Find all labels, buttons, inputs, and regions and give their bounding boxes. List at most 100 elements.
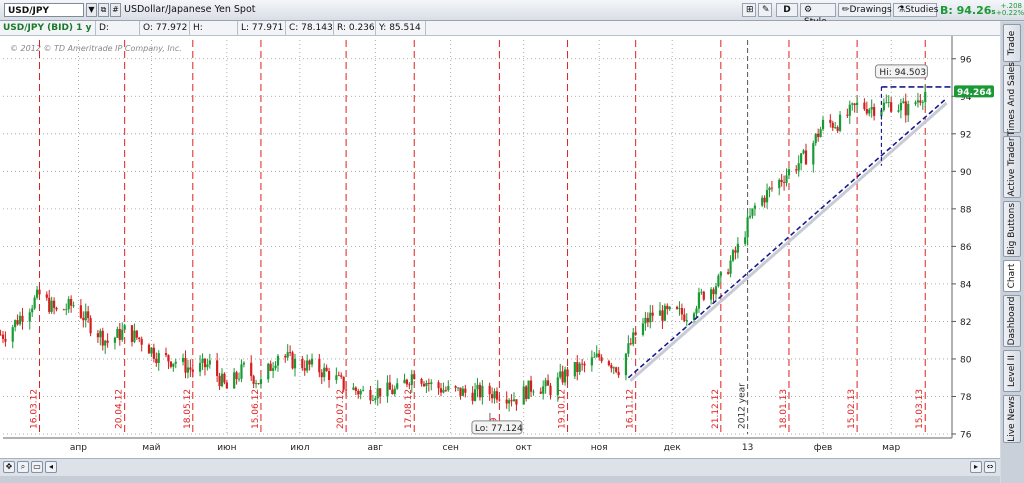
candle-body <box>785 175 788 183</box>
tab-big-buttons[interactable]: Big Buttons <box>1003 201 1021 257</box>
tab-level-ii[interactable]: Level II <box>1003 350 1021 392</box>
candle-body <box>240 364 243 379</box>
candle-body <box>578 363 581 372</box>
tab-chart[interactable]: Chart <box>1003 260 1021 292</box>
candle-body <box>189 367 192 370</box>
candle-body <box>276 355 280 366</box>
candle-body <box>208 360 211 365</box>
zoom-icon[interactable]: ⌕ <box>17 461 29 473</box>
candle-body <box>386 382 389 397</box>
candle-body <box>678 308 681 309</box>
candle-body <box>318 358 321 373</box>
tab-dashboard[interactable]: Dashboard <box>1003 295 1021 347</box>
hash-button[interactable]: # <box>110 3 121 17</box>
candle-body <box>223 373 226 383</box>
candle-body <box>345 389 348 391</box>
chart-area[interactable]: 76 78 80 82 84 86 88 90 92 94 96 апр май июн июл авг сен… <box>0 36 1000 476</box>
candle-body <box>267 363 270 380</box>
candle-body <box>583 363 586 366</box>
candle-body <box>478 384 482 398</box>
quote-range: R: 0.236 <box>334 21 376 35</box>
candle-body <box>184 357 187 373</box>
event-label: 18.05.12 <box>183 389 193 429</box>
candle-body <box>770 187 774 189</box>
candle-body <box>359 390 362 395</box>
candle-body <box>615 367 618 372</box>
symbol-dropdown-button[interactable]: ▼ <box>86 3 97 17</box>
candle-body <box>82 317 85 321</box>
tab-live-news[interactable]: Live News <box>1003 395 1021 443</box>
candle-body <box>870 107 873 110</box>
candle-body <box>33 297 36 309</box>
candle-body <box>712 289 715 295</box>
event-label: 20.04.12 <box>115 389 125 429</box>
candle-body <box>863 102 866 110</box>
candle-body <box>388 382 391 390</box>
candle-body <box>444 389 447 391</box>
candle-body <box>727 272 730 274</box>
candle-body <box>53 300 56 308</box>
quote-open: O: 77.972 <box>140 21 190 35</box>
aggregation-button[interactable]: D <box>776 3 798 17</box>
candle-body <box>819 129 822 138</box>
tools-icon[interactable]: ✎ <box>758 3 772 17</box>
candle-body <box>99 330 102 338</box>
style-button[interactable]: ⚙ Style <box>800 3 836 27</box>
x-tick-label: ноя <box>591 443 608 453</box>
candle-body <box>595 353 598 357</box>
candle-body <box>357 390 360 395</box>
instrument-label[interactable]: USD/JPY (BID) 1 y D <box>0 21 96 47</box>
tab-active-trader[interactable]: Active Trader <box>1003 136 1021 198</box>
candle-body <box>323 367 326 378</box>
candle-body <box>84 311 87 321</box>
price-chart[interactable]: 7678808284868890929496апр май июн июл авг сен… <box>0 36 1000 458</box>
candle-body <box>797 163 800 171</box>
drawings-button[interactable]: ✏Drawings <box>838 3 892 17</box>
studies-button[interactable]: ⚗Studies <box>893 3 938 17</box>
candle-body <box>632 332 635 345</box>
candle-body <box>641 323 645 335</box>
candle-body <box>505 399 508 404</box>
candle-body <box>914 102 917 104</box>
candle-body <box>593 356 596 358</box>
candle-body <box>624 353 628 376</box>
crosshair-icon[interactable]: ⊞ <box>742 3 756 17</box>
candle-body <box>856 102 859 106</box>
tab-label: Big Buttons <box>1007 202 1017 256</box>
candle-body <box>744 237 747 244</box>
link-icon[interactable]: ⧉ <box>98 3 109 17</box>
candle-body <box>242 362 245 365</box>
candle-body <box>916 100 920 103</box>
candle-body <box>113 337 117 343</box>
candle-body <box>590 357 593 366</box>
candle-body <box>515 399 518 405</box>
scroll-left-icon[interactable]: ◂ <box>45 461 57 473</box>
candle-body <box>289 352 292 353</box>
candle-body <box>420 379 423 384</box>
scroll-right-icon[interactable]: ▸ <box>970 461 982 473</box>
candle-body <box>651 312 654 316</box>
pan-icon[interactable]: ✥ <box>3 461 15 473</box>
candle-body <box>301 358 304 369</box>
candle-body <box>559 371 562 378</box>
candle-body <box>225 382 228 389</box>
candle-body <box>734 250 737 253</box>
quote-date: D: 02.10.12 <box>96 21 140 47</box>
x-tick-label: дек <box>664 443 682 453</box>
candle-body <box>887 102 890 103</box>
tab-times-and-sales[interactable]: Times And Sales <box>1003 62 1021 136</box>
candle-body <box>437 382 440 389</box>
symbol-input[interactable]: USD/JPY <box>4 3 84 17</box>
candle-body <box>566 369 569 377</box>
candle-body <box>405 379 409 385</box>
y-tick-label: 96 <box>960 55 972 65</box>
candle-body <box>748 215 752 218</box>
candle-body <box>532 391 535 393</box>
tab-label: Times And Sales <box>1007 62 1017 136</box>
zoom-out-icon[interactable]: ▭ <box>31 461 43 473</box>
expand-icon[interactable]: ⇔ <box>984 461 996 473</box>
tab-trade[interactable]: Trade <box>1003 24 1021 62</box>
y-tick-label: 90 <box>960 168 972 178</box>
candle-body <box>800 153 803 164</box>
candle-body <box>848 104 851 116</box>
